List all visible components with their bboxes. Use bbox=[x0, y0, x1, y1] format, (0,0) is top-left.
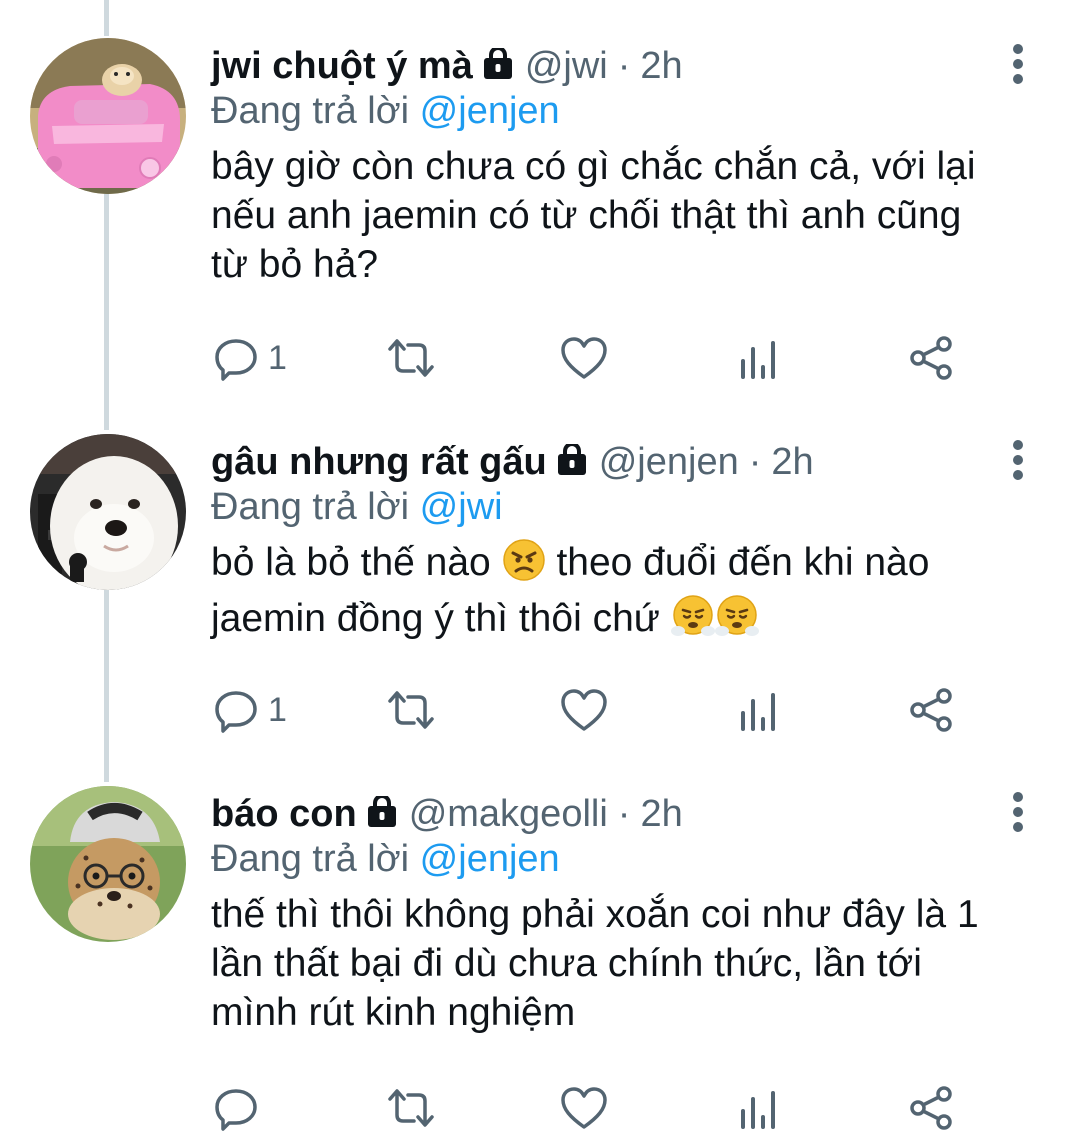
tweet-text-line: bỏ là bỏ thế nào theo đuổi đến khi nào bbox=[211, 538, 1041, 594]
heart-icon bbox=[561, 337, 607, 379]
tweet-text-line: thế thì thôi không phải xoắn coi như đây… bbox=[211, 893, 979, 936]
separator-dot: · bbox=[617, 44, 631, 87]
more-vertical-icon[interactable] bbox=[1004, 790, 1032, 834]
avatar[interactable] bbox=[30, 38, 186, 194]
thread-line bbox=[104, 0, 109, 36]
tweet-text: thế thì thôi không phải xoắn coi như đây… bbox=[211, 890, 1051, 1037]
timestamp[interactable]: 2h bbox=[771, 441, 813, 484]
mention-link[interactable]: @jenjen bbox=[420, 838, 560, 880]
lock-icon bbox=[483, 45, 513, 90]
retweet-icon bbox=[388, 691, 434, 729]
tweet-text-line: từ bỏ hả? bbox=[211, 243, 379, 286]
mention-link[interactable]: @jenjen bbox=[420, 90, 560, 132]
retweet-button[interactable] bbox=[386, 680, 436, 740]
separator-dot: · bbox=[617, 792, 631, 835]
user-handle[interactable]: @jwi bbox=[525, 45, 608, 88]
reply-icon bbox=[215, 1089, 257, 1131]
reply-icon bbox=[215, 691, 257, 733]
lock-icon bbox=[557, 441, 587, 486]
like-button[interactable] bbox=[560, 680, 608, 740]
user-handle[interactable]: @makgeolli bbox=[409, 793, 608, 836]
separator-dot: · bbox=[748, 440, 762, 483]
views-button[interactable] bbox=[738, 680, 778, 740]
display-name[interactable]: gâu nhưng rất gấu bbox=[211, 441, 547, 484]
display-name[interactable]: báo con bbox=[211, 793, 357, 836]
share-icon bbox=[910, 336, 952, 380]
face-with-steam-emoji bbox=[670, 594, 715, 650]
tweet-actions: 1 bbox=[0, 680, 1080, 740]
tweet[interactable]: báo con @makgeolli · 2h Đang trả lời @je… bbox=[0, 786, 1080, 1144]
tweet-actions: 1 bbox=[0, 328, 1080, 388]
timestamp[interactable]: 2h bbox=[640, 45, 682, 88]
tweet-text-line: jaemin đồng ý thì thôi chứ bbox=[211, 594, 1041, 650]
retweet-button[interactable] bbox=[386, 328, 436, 388]
views-icon bbox=[741, 341, 775, 379]
tweet-text-line: nếu anh jaemin có từ chối thật thì anh c… bbox=[211, 194, 962, 237]
share-button[interactable] bbox=[908, 1078, 954, 1138]
views-button[interactable] bbox=[738, 1078, 778, 1138]
heart-icon bbox=[561, 1087, 607, 1129]
share-icon bbox=[910, 688, 952, 732]
tweet-header: gâu nhưng rất gấu @jenjen · 2h bbox=[211, 434, 814, 490]
tweet-text-segment: bỏ là bỏ thế nào bbox=[211, 541, 491, 584]
heart-icon bbox=[561, 689, 607, 731]
like-button[interactable] bbox=[560, 1078, 608, 1138]
reply-button[interactable]: 1 bbox=[214, 680, 287, 740]
more-vertical-icon[interactable] bbox=[1004, 438, 1032, 482]
like-button[interactable] bbox=[560, 328, 608, 388]
replying-to-label: Đang trả lời bbox=[211, 90, 410, 132]
cheetah-cub-cap-avatar bbox=[30, 786, 186, 942]
replying-to: Đang trả lời @jenjen bbox=[211, 838, 560, 881]
replying-to-label: Đang trả lời bbox=[211, 838, 410, 880]
views-icon bbox=[741, 1091, 775, 1129]
replying-to: Đang trả lời @jwi bbox=[211, 486, 503, 529]
tweet-actions bbox=[0, 1078, 1080, 1138]
angry-face-emoji bbox=[502, 538, 546, 594]
tweet-text-segment: theo đuổi đến khi nào bbox=[556, 541, 930, 584]
tweet[interactable]: jwi chuột ý mà @jwi · 2h Đang trả lời @j… bbox=[0, 38, 1080, 388]
share-button[interactable] bbox=[908, 328, 954, 388]
replying-to: Đang trả lời @jenjen bbox=[211, 90, 560, 133]
replying-to-label: Đang trả lời bbox=[211, 486, 410, 528]
tweet-text-segment: jaemin đồng ý thì thôi chứ bbox=[211, 597, 660, 640]
display-name[interactable]: jwi chuột ý mà bbox=[211, 45, 473, 88]
retweet-icon bbox=[388, 1089, 434, 1127]
share-icon bbox=[910, 1086, 952, 1130]
face-with-steam-emoji bbox=[714, 594, 759, 650]
tweet-header: báo con @makgeolli · 2h bbox=[211, 786, 683, 842]
retweet-button[interactable] bbox=[386, 1078, 436, 1138]
views-icon bbox=[741, 693, 775, 731]
lock-icon bbox=[367, 793, 397, 838]
pink-toy-car-hamster-avatar bbox=[30, 38, 186, 194]
avatar[interactable] bbox=[30, 434, 186, 590]
views-button[interactable] bbox=[738, 328, 778, 388]
tweet-text: bỏ là bỏ thế nào theo đuổi đến khi nào j… bbox=[211, 538, 1041, 650]
tweet-text-line: mình rút kinh nghiệm bbox=[211, 991, 576, 1034]
avatar[interactable] bbox=[30, 786, 186, 942]
reply-button[interactable]: 1 bbox=[214, 328, 287, 388]
tweet[interactable]: gâu nhưng rất gấu @jenjen · 2h Đang trả … bbox=[0, 434, 1080, 764]
tweet-text-line: bây giờ còn chưa có gì chắc chắn cả, với… bbox=[211, 145, 976, 188]
tweet-text-line: lần thất bại đi dù chưa chính thức, lần … bbox=[211, 942, 922, 985]
white-dog-avatar bbox=[30, 434, 186, 590]
reply-count: 1 bbox=[268, 690, 287, 729]
share-button[interactable] bbox=[908, 680, 954, 740]
tweet-text: bây giờ còn chưa có gì chắc chắn cả, với… bbox=[211, 142, 1041, 289]
timestamp[interactable]: 2h bbox=[640, 793, 682, 836]
tweet-header: jwi chuột ý mà @jwi · 2h bbox=[211, 38, 683, 94]
reply-count: 1 bbox=[268, 338, 287, 377]
reply-button[interactable] bbox=[214, 1078, 268, 1138]
reply-icon bbox=[215, 339, 257, 381]
retweet-icon bbox=[388, 339, 434, 377]
user-handle[interactable]: @jenjen bbox=[599, 441, 739, 484]
more-vertical-icon[interactable] bbox=[1004, 42, 1032, 86]
mention-link[interactable]: @jwi bbox=[420, 486, 503, 528]
